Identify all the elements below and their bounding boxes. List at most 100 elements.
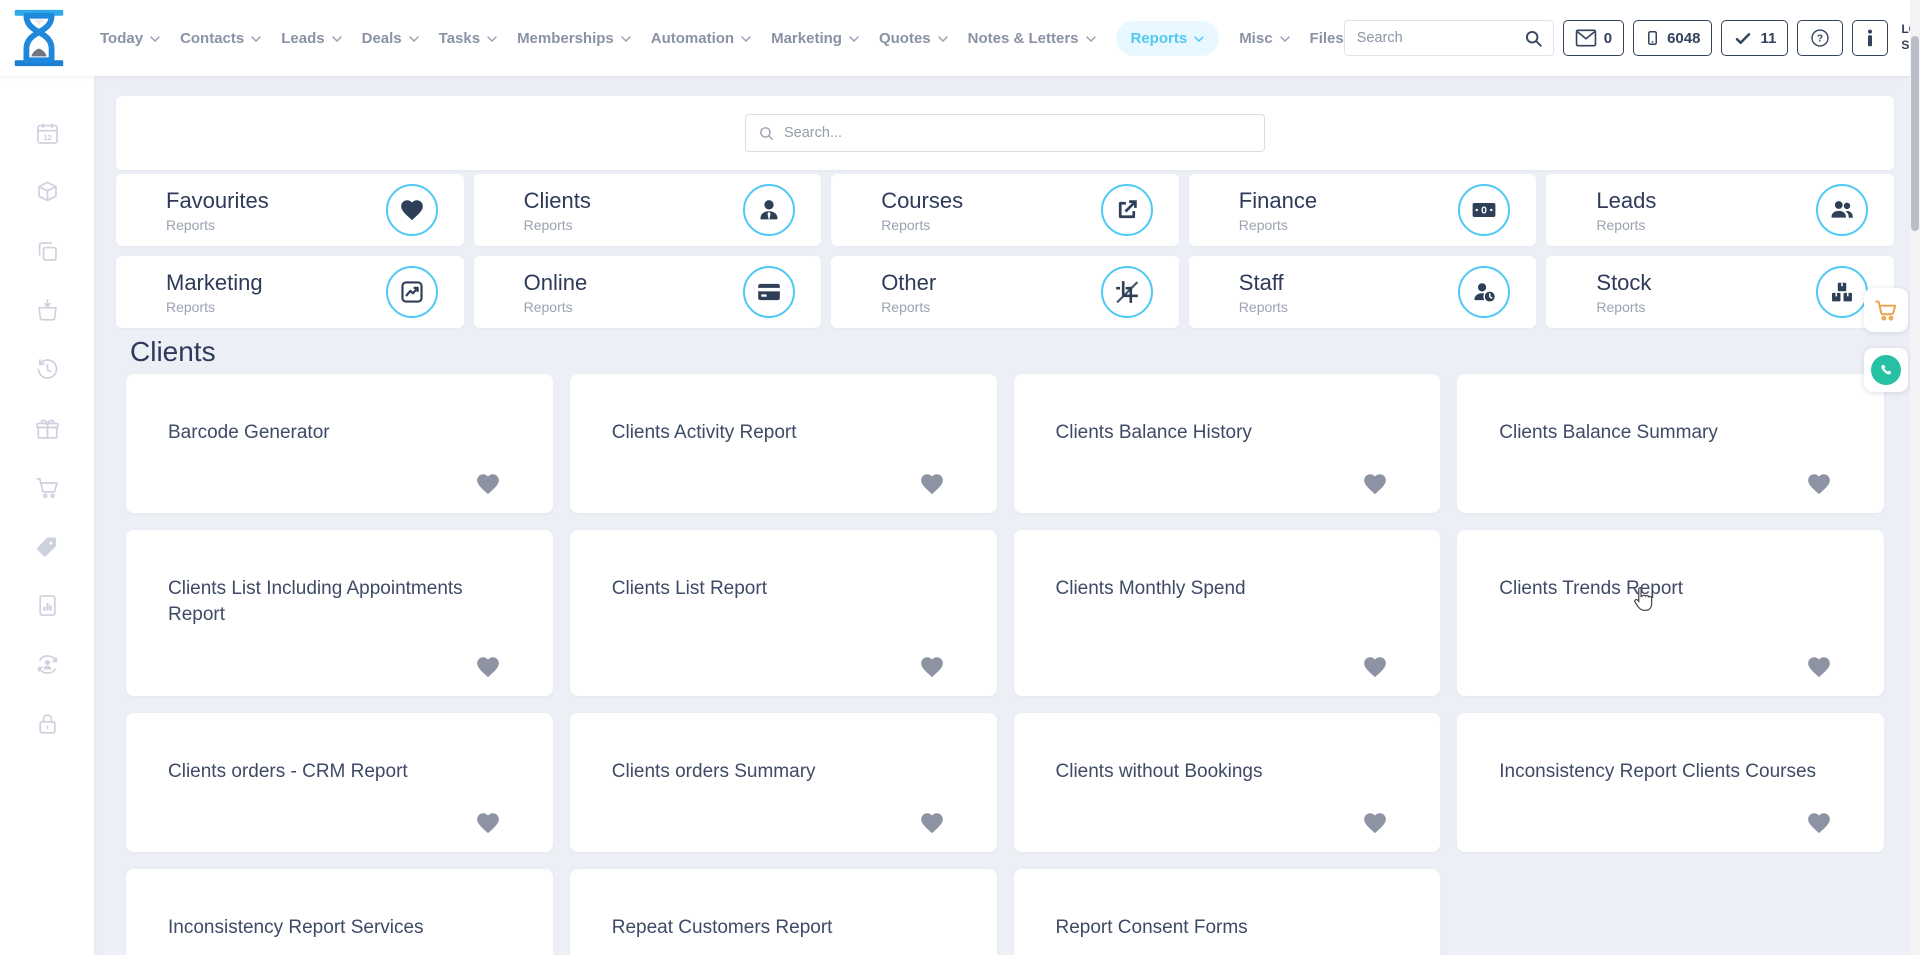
nav-item-leads[interactable]: Leads bbox=[281, 30, 341, 47]
user-tie-icon bbox=[743, 184, 795, 236]
navbar-search-input[interactable] bbox=[1357, 30, 1523, 46]
category-tile-courses[interactable]: CoursesReports bbox=[831, 174, 1179, 246]
favourite-heart-icon[interactable] bbox=[475, 810, 501, 836]
report-title: Clients orders Summary bbox=[612, 759, 957, 785]
report-card-repeat-customers-report[interactable]: Repeat Customers Report bbox=[570, 869, 997, 955]
report-card-clients-monthly-spend[interactable]: Clients Monthly Spend bbox=[1014, 530, 1441, 695]
reports-search-input[interactable] bbox=[784, 125, 1252, 141]
report-card-inconsistency-report-services[interactable]: Inconsistency Report Services bbox=[126, 869, 553, 955]
user-cycle-icon[interactable] bbox=[34, 651, 61, 678]
report-card-clients-list-report[interactable]: Clients List Report bbox=[570, 530, 997, 695]
report-card-clients-orders-crm-report[interactable]: Clients orders - CRM Report bbox=[126, 713, 553, 852]
category-tile-leads[interactable]: LeadsReports bbox=[1546, 174, 1894, 246]
favourite-heart-icon[interactable] bbox=[919, 471, 945, 497]
nav-item-deals[interactable]: Deals bbox=[362, 30, 419, 47]
gift-icon[interactable] bbox=[34, 415, 61, 442]
category-tile-favourites[interactable]: FavouritesReports bbox=[116, 174, 464, 246]
nav-item-files[interactable]: Files bbox=[1310, 30, 1344, 47]
report-title: Barcode Generator bbox=[168, 420, 513, 446]
chevron-down-icon bbox=[1194, 36, 1204, 42]
copy-icon[interactable] bbox=[34, 238, 61, 265]
category-tile-clients[interactable]: ClientsReports bbox=[474, 174, 822, 246]
navbar-right: 0604811? LONDON SUPPORT bbox=[1344, 18, 1920, 58]
navbar-badges: 0 6048 11? bbox=[1563, 20, 1889, 56]
navbar-badge-question[interactable]: ? bbox=[1797, 20, 1843, 56]
navbar-badge-mobile[interactable]: 6048 bbox=[1633, 20, 1712, 56]
scrollbar-track bbox=[1910, 0, 1920, 955]
chevron-down-icon bbox=[741, 36, 751, 42]
report-card-clients-without-bookings[interactable]: Clients without Bookings bbox=[1014, 713, 1441, 852]
floating-whatsapp-button[interactable] bbox=[1864, 348, 1908, 392]
favourite-heart-icon[interactable] bbox=[1806, 471, 1832, 497]
nav-item-label: Memberships bbox=[517, 30, 614, 47]
cart-icon[interactable] bbox=[34, 474, 61, 501]
nav-item-today[interactable]: Today bbox=[100, 30, 160, 47]
nav-item-marketing[interactable]: Marketing bbox=[771, 30, 859, 47]
favourite-heart-icon[interactable] bbox=[919, 654, 945, 680]
svg-text:12: 12 bbox=[43, 133, 51, 142]
nav-item-label: Marketing bbox=[771, 30, 842, 47]
info-icon bbox=[1864, 27, 1876, 49]
cube-icon[interactable] bbox=[34, 179, 61, 206]
chevron-down-icon bbox=[150, 36, 160, 42]
calendar-12-icon[interactable]: 12 bbox=[34, 120, 61, 147]
credit-card-icon bbox=[743, 266, 795, 318]
search-icon[interactable] bbox=[1523, 28, 1544, 49]
report-card-report-consent-forms[interactable]: Report Consent Forms bbox=[1014, 869, 1441, 955]
nav-item-misc[interactable]: Misc bbox=[1239, 30, 1289, 47]
hourglass-logo[interactable] bbox=[8, 7, 70, 69]
category-tile-other[interactable]: OtherReports bbox=[831, 256, 1179, 328]
report-card-barcode-generator[interactable]: Barcode Generator bbox=[126, 374, 553, 513]
navbar-badge-envelope[interactable]: 0 bbox=[1563, 20, 1624, 56]
category-tile-marketing[interactable]: MarketingReports bbox=[116, 256, 464, 328]
category-tile-stock[interactable]: StockReports bbox=[1546, 256, 1894, 328]
report-card-clients-balance-history[interactable]: Clients Balance History bbox=[1014, 374, 1441, 513]
report-card-clients-list-including-appointments-report[interactable]: Clients List Including Appointments Repo… bbox=[126, 530, 553, 695]
favourite-heart-icon[interactable] bbox=[475, 654, 501, 680]
report-card-clients-trends-report[interactable]: Clients Trends Report bbox=[1457, 530, 1884, 695]
nav-item-tasks[interactable]: Tasks bbox=[439, 30, 497, 47]
category-tile-online[interactable]: OnlineReports bbox=[474, 256, 822, 328]
category-tile-finance[interactable]: FinanceReports0 bbox=[1189, 174, 1537, 246]
favourite-heart-icon[interactable] bbox=[1806, 810, 1832, 836]
report-title: Clients Balance History bbox=[1056, 420, 1401, 446]
nav-item-quotes[interactable]: Quotes bbox=[879, 30, 948, 47]
tags-icon[interactable] bbox=[34, 533, 61, 560]
svg-text:?: ? bbox=[1817, 34, 1823, 45]
report-title: Inconsistency Report Clients Courses bbox=[1499, 759, 1844, 785]
nav-item-memberships[interactable]: Memberships bbox=[517, 30, 631, 47]
favourite-heart-icon[interactable] bbox=[919, 810, 945, 836]
badge-count: 6048 bbox=[1667, 30, 1700, 47]
favourite-heart-icon[interactable] bbox=[1806, 654, 1832, 680]
lock-icon[interactable] bbox=[34, 710, 61, 737]
badge-count: 0 bbox=[1604, 30, 1612, 47]
nav-item-contacts[interactable]: Contacts bbox=[180, 30, 261, 47]
report-card-inconsistency-report-clients-courses[interactable]: Inconsistency Report Clients Courses bbox=[1457, 713, 1884, 852]
nav-item-notes-letters[interactable]: Notes & Letters bbox=[968, 30, 1096, 47]
scrollbar-thumb[interactable] bbox=[1911, 36, 1919, 231]
basket-in-icon[interactable] bbox=[34, 297, 61, 324]
report-card-clients-balance-summary[interactable]: Clients Balance Summary bbox=[1457, 374, 1884, 513]
navbar-badge-info[interactable] bbox=[1852, 20, 1888, 56]
chart-line-icon bbox=[386, 266, 438, 318]
report-title: Inconsistency Report Services bbox=[168, 915, 513, 941]
history-icon[interactable] bbox=[34, 356, 61, 383]
nav-item-reports[interactable]: Reports bbox=[1116, 21, 1220, 56]
nav-item-label: Reports bbox=[1131, 30, 1188, 47]
nav-item-automation[interactable]: Automation bbox=[651, 30, 751, 47]
favourite-heart-icon[interactable] bbox=[475, 471, 501, 497]
navbar-badge-check[interactable]: 11 bbox=[1721, 20, 1788, 56]
report-card-clients-orders-summary[interactable]: Clients orders Summary bbox=[570, 713, 997, 852]
main-menu: Today Contacts Leads Deals Tasks Memberships A… bbox=[100, 21, 1344, 56]
category-tile-staff[interactable]: StaffReports bbox=[1189, 256, 1537, 328]
favourite-heart-icon[interactable] bbox=[1362, 471, 1388, 497]
report-doc-icon[interactable] bbox=[34, 592, 61, 619]
nav-item-label: Leads bbox=[281, 30, 324, 47]
chevron-down-icon bbox=[1086, 36, 1096, 42]
phone-icon bbox=[1871, 355, 1901, 385]
floating-cart-button[interactable] bbox=[1864, 288, 1908, 332]
user-clock-icon bbox=[1458, 266, 1510, 318]
report-card-clients-activity-report[interactable]: Clients Activity Report bbox=[570, 374, 997, 513]
favourite-heart-icon[interactable] bbox=[1362, 654, 1388, 680]
favourite-heart-icon[interactable] bbox=[1362, 810, 1388, 836]
